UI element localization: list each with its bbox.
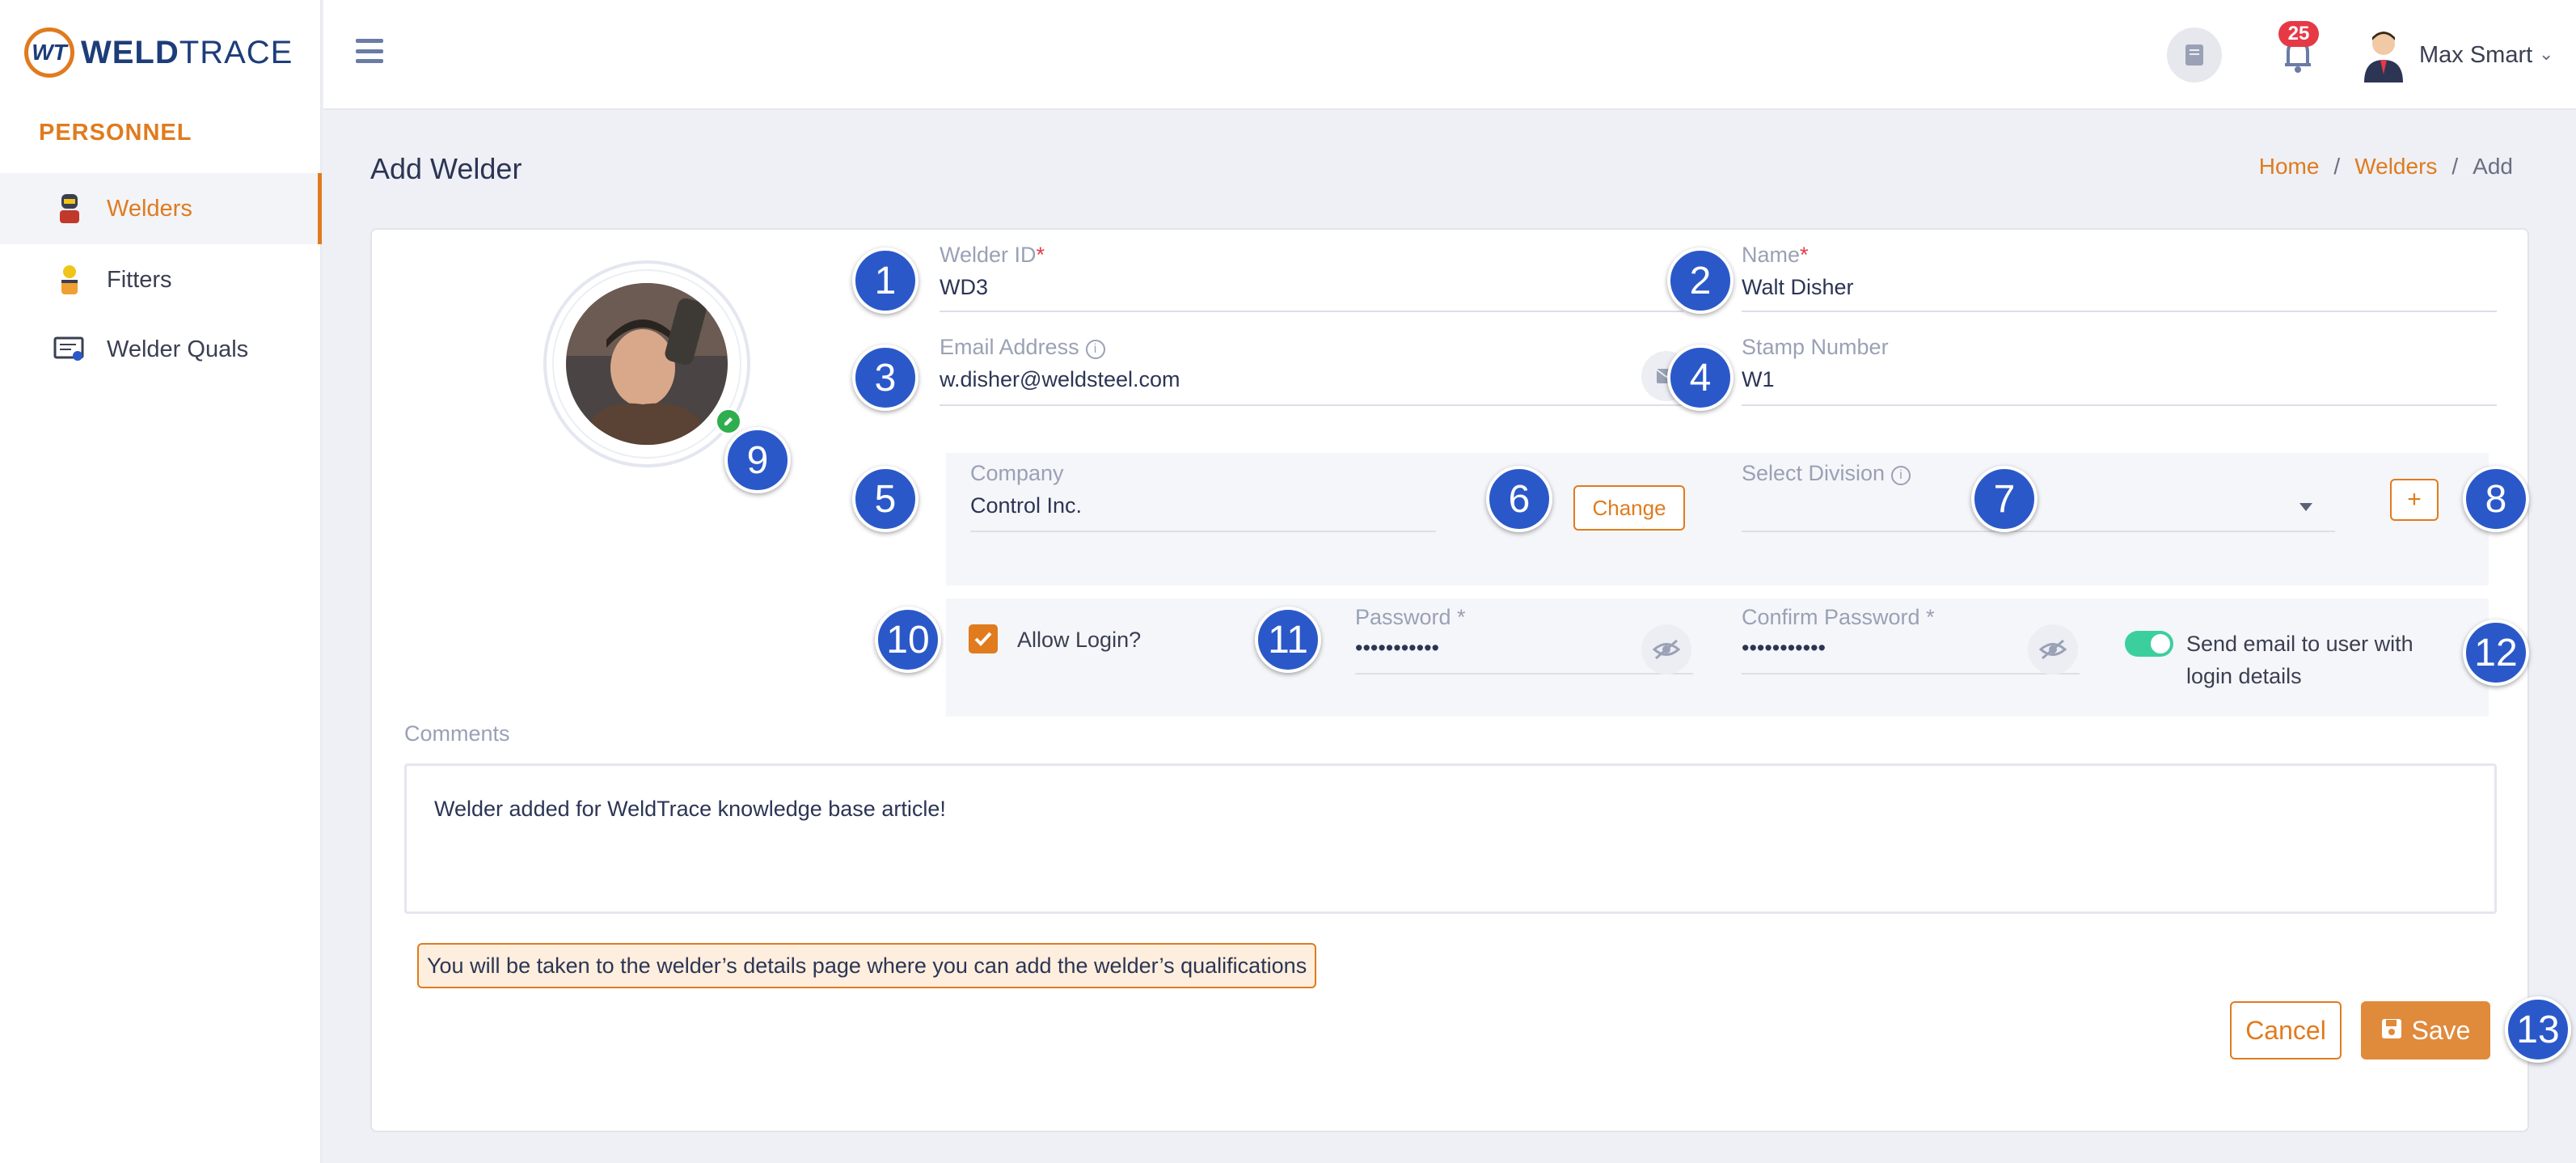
app-logo[interactable]: WT WELDTRACE <box>24 24 293 81</box>
name-input[interactable]: Walt Disher <box>1742 275 1854 300</box>
welder-photo-frame <box>543 260 750 467</box>
edit-photo-icon[interactable] <box>715 408 742 435</box>
eye-slash-icon[interactable] <box>1641 624 1691 675</box>
marker-9: 9 <box>724 427 791 493</box>
sidebar-item-welders[interactable]: Welders <box>0 173 322 244</box>
change-company-button[interactable]: Change <box>1573 485 1685 531</box>
company-underline <box>970 531 1436 532</box>
notification-badge: 25 <box>2278 21 2319 47</box>
send-email-toggle[interactable] <box>2125 631 2173 657</box>
confirm-password-underline <box>1742 673 2080 675</box>
comments-textarea[interactable]: Welder added for WeldTrace knowledge bas… <box>404 763 2497 914</box>
marker-11: 11 <box>1255 607 1321 673</box>
marker-3: 3 <box>852 345 918 411</box>
welder-id-input[interactable]: WD3 <box>940 275 988 300</box>
welder-id-underline <box>940 311 1683 312</box>
email-label: Email Address i <box>940 335 1105 360</box>
save-label: Save <box>2411 1015 2471 1045</box>
hamburger-menu-icon[interactable] <box>356 39 383 63</box>
marker-2: 2 <box>1667 247 1734 314</box>
marker-5: 5 <box>852 466 918 532</box>
stamp-number-input[interactable]: W1 <box>1742 367 1775 392</box>
marker-8: 8 <box>2463 466 2529 532</box>
division-label: Select Division i <box>1742 461 1911 486</box>
division-underline <box>1742 531 2335 532</box>
top-bar <box>323 0 2576 110</box>
caret-down-icon[interactable] <box>2299 503 2312 511</box>
eye-slash-icon[interactable] <box>2028 624 2078 675</box>
marker-10: 10 <box>875 607 941 673</box>
breadcrumb-separator: / <box>2451 154 2459 179</box>
welder-id-label: Welder ID* <box>940 243 1045 267</box>
password-underline <box>1355 673 1693 675</box>
password-label: Password * <box>1355 605 1466 629</box>
sidebar-item-fitters[interactable]: Fitters <box>0 244 322 315</box>
page-title: Add Welder <box>370 152 522 185</box>
password-input[interactable]: ••••••••••• <box>1355 636 1439 661</box>
marker-12: 12 <box>2463 620 2529 686</box>
allow-login-checkbox[interactable] <box>969 624 998 653</box>
breadcrumb-separator: / <box>2333 154 2341 179</box>
email-underline <box>940 404 1683 406</box>
add-division-button[interactable]: + <box>2390 479 2439 521</box>
info-icon[interactable]: i <box>1085 340 1105 359</box>
info-note: You will be taken to the welder’s detail… <box>417 943 1317 988</box>
sidebar-item-welder-quals[interactable]: Welder Quals <box>0 314 322 385</box>
certificate-icon <box>53 333 86 366</box>
name-underline <box>1742 311 2497 312</box>
breadcrumb: Home / Welders / Add <box>2259 154 2513 180</box>
breadcrumb-home[interactable]: Home <box>2259 154 2320 180</box>
marker-4: 4 <box>1667 345 1734 411</box>
info-icon[interactable]: i <box>1891 466 1911 485</box>
sidebar-item-label: Welder Quals <box>107 336 249 362</box>
user-avatar[interactable] <box>2358 26 2409 82</box>
book-icon[interactable] <box>2167 27 2222 82</box>
marker-1: 1 <box>852 247 918 314</box>
name-label: Name* <box>1742 243 1809 267</box>
breadcrumb-welders[interactable]: Welders <box>2354 154 2437 180</box>
fitter-icon <box>53 264 86 296</box>
logo-mark: WT <box>24 27 74 78</box>
sidebar-item-label: Fitters <box>107 266 172 293</box>
breadcrumb-current: Add <box>2473 154 2513 179</box>
cancel-button[interactable]: Cancel <box>2230 1001 2342 1059</box>
confirm-password-label: Confirm Password * <box>1742 605 1935 629</box>
confirm-password-input[interactable]: ••••••••••• <box>1742 636 1826 661</box>
stamp-number-underline <box>1742 404 2497 406</box>
comments-label: Comments <box>404 721 510 746</box>
welder-icon <box>53 192 86 225</box>
email-input[interactable]: w.disher@weldsteel.com <box>940 367 1180 392</box>
company-label: Company <box>970 461 1064 485</box>
marker-7: 7 <box>1971 466 2038 532</box>
sidebar-item-label: Welders <box>107 195 192 222</box>
marker-6: 6 <box>1486 466 1552 532</box>
allow-login-label: Allow Login? <box>1017 628 1142 652</box>
floppy-disk-icon <box>2381 1016 2402 1046</box>
user-name[interactable]: Max Smart <box>2419 42 2532 69</box>
sidebar-section-label: PERSONNEL <box>39 120 192 146</box>
stamp-number-label: Stamp Number <box>1742 335 1889 359</box>
send-email-label: Send email to user with login details <box>2186 632 2413 688</box>
welder-photo <box>566 283 728 445</box>
logo-text: WELDTRACE <box>81 34 293 70</box>
company-input[interactable]: Control Inc. <box>970 493 1082 518</box>
chevron-down-icon[interactable]: ⌄ <box>2539 44 2553 65</box>
marker-13: 13 <box>2505 996 2571 1063</box>
save-button[interactable]: Save <box>2361 1001 2490 1059</box>
